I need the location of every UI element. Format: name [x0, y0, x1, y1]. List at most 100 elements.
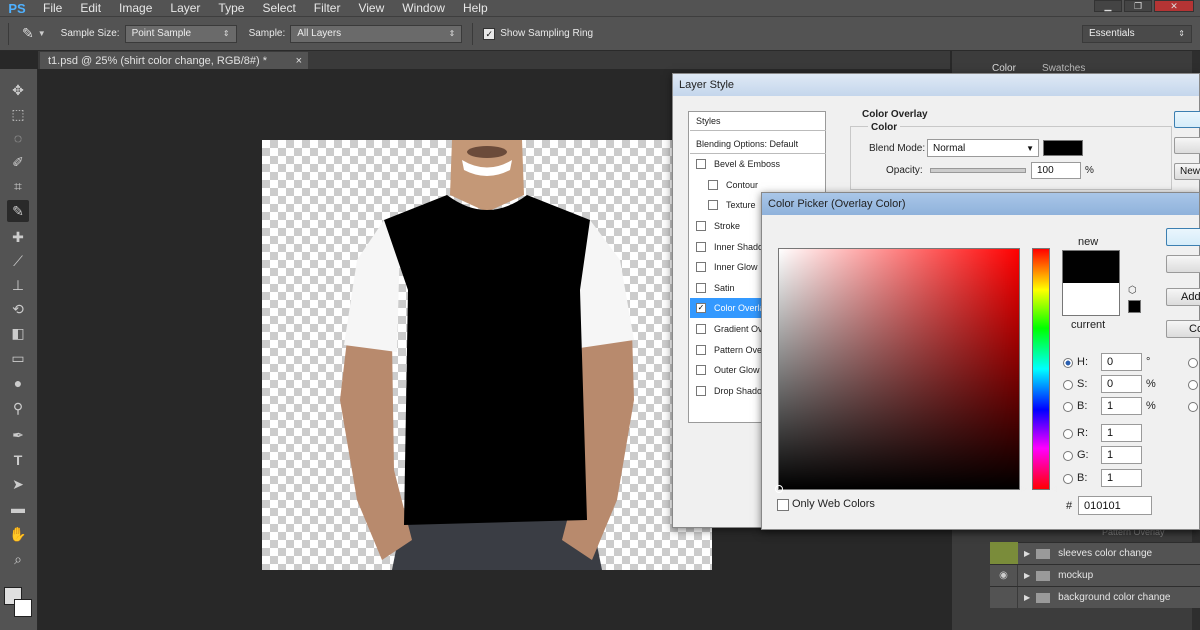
style-checkbox[interactable] — [696, 345, 706, 355]
channel-input[interactable]: 1 — [1101, 424, 1142, 442]
workspace-select[interactable]: Essentials — [1082, 24, 1192, 43]
document-canvas[interactable] — [262, 140, 712, 570]
style-checkbox[interactable] — [696, 324, 706, 334]
sample-select[interactable]: All Layers — [290, 24, 463, 43]
visibility-toggle-empty[interactable] — [990, 587, 1018, 608]
zoom-tool-icon[interactable]: ⌕ — [7, 548, 29, 570]
channel-input[interactable]: 1 — [1101, 469, 1142, 487]
layer-row[interactable]: ◉▶sleeves color change — [990, 542, 1200, 564]
marquee-tool-icon[interactable]: ⬚ — [7, 103, 29, 125]
channel-radio[interactable] — [1063, 358, 1073, 368]
gradient-tool-icon[interactable]: ▭ — [7, 347, 29, 369]
chevron-down-icon[interactable]: ▼ — [38, 29, 46, 38]
pen-tool-icon[interactable]: ✒ — [7, 424, 29, 446]
layer-row[interactable]: ▶ background color change — [990, 586, 1200, 608]
menu-view[interactable]: View — [349, 0, 393, 16]
disclosure-triangle-icon[interactable]: ▶ — [1024, 571, 1030, 580]
gamut-cube-icon[interactable]: ⬡ — [1128, 285, 1137, 296]
channel-radio[interactable] — [1063, 380, 1073, 390]
menu-select[interactable]: Select — [253, 0, 304, 16]
lab-radio[interactable] — [1188, 358, 1198, 368]
style-checkbox[interactable] — [708, 200, 718, 210]
opacity-slider[interactable] — [930, 168, 1026, 173]
hue-slider-arrow-right[interactable]: ◁ — [1051, 484, 1057, 493]
clone-stamp-tool-icon[interactable]: ⊥ — [7, 274, 29, 296]
new-style-button[interactable]: New — [1174, 163, 1200, 180]
crop-tool-icon[interactable]: ⌗ — [7, 175, 29, 197]
history-brush-tool-icon[interactable]: ⟲ — [7, 298, 29, 320]
channel-radio[interactable] — [1063, 429, 1073, 439]
current-color-swatch[interactable] — [1062, 283, 1120, 316]
color-field-marker[interactable] — [775, 485, 783, 493]
style-checkbox[interactable] — [696, 365, 706, 375]
disclosure-triangle-icon[interactable]: ▶ — [1024, 549, 1030, 558]
menu-file[interactable]: File — [34, 0, 71, 16]
channel-input[interactable]: 1 — [1101, 397, 1142, 415]
close-icon[interactable]: ✕ — [1154, 0, 1194, 12]
hue-slider-arrow-left[interactable]: ▷ — [1021, 484, 1027, 493]
styles-header[interactable]: Styles — [690, 111, 826, 131]
menu-filter[interactable]: Filter — [305, 0, 350, 16]
hex-input[interactable]: 010101 — [1078, 496, 1152, 515]
lab-radio[interactable] — [1188, 402, 1198, 412]
channel-input[interactable]: 1 — [1101, 446, 1142, 464]
dodge-tool-icon[interactable]: ⚲ — [7, 397, 29, 419]
opacity-input[interactable]: 100 — [1031, 162, 1081, 179]
menu-image[interactable]: Image — [110, 0, 161, 16]
blur-tool-icon[interactable]: ● — [7, 372, 29, 394]
channel-radio[interactable] — [1063, 402, 1073, 412]
eyedropper-preset-icon[interactable]: ✎ — [22, 25, 34, 42]
color-field[interactable] — [778, 248, 1020, 490]
visibility-eye-icon[interactable]: ◉ — [990, 565, 1018, 586]
move-tool-icon[interactable]: ✥ — [7, 79, 29, 101]
hand-tool-icon[interactable]: ✋ — [7, 523, 29, 545]
menu-window[interactable]: Window — [393, 0, 454, 16]
eyedropper-tool-icon[interactable]: ✎ — [7, 200, 29, 222]
style-checkbox[interactable] — [708, 180, 718, 190]
menu-type[interactable]: Type — [209, 0, 253, 16]
eraser-tool-icon[interactable]: ◧ — [7, 322, 29, 344]
blending-options[interactable]: Blending Options: Default — [690, 134, 826, 154]
style-checkbox[interactable] — [696, 221, 706, 231]
quick-selection-tool-icon[interactable]: ✐ — [7, 151, 29, 173]
layer-row[interactable]: ◉ ▶ mockup — [990, 564, 1200, 586]
channel-input[interactable]: 0 — [1101, 353, 1142, 371]
healing-brush-tool-icon[interactable]: ✚ — [7, 226, 29, 248]
style-checkbox[interactable] — [696, 283, 706, 293]
lab-radio[interactable] — [1188, 380, 1198, 390]
menu-edit[interactable]: Edit — [71, 0, 110, 16]
document-tab[interactable]: t1.psd @ 25% (shirt color change, RGB/8#… — [40, 52, 308, 69]
add-to-swatches-button[interactable]: Add — [1166, 288, 1200, 306]
shape-tool-icon[interactable]: ▬ — [7, 497, 29, 519]
show-sampling-ring-checkbox[interactable]: ✓ — [483, 27, 496, 40]
sample-size-select[interactable]: Point Sample — [124, 24, 237, 43]
lasso-tool-icon[interactable]: ◌ — [7, 127, 29, 149]
restore-icon[interactable]: ❐ — [1124, 0, 1152, 12]
style-checkbox[interactable] — [696, 242, 706, 252]
channel-radio[interactable] — [1063, 474, 1073, 484]
type-tool-icon[interactable]: T — [7, 449, 29, 471]
background-color-swatch[interactable] — [14, 599, 32, 617]
disclosure-triangle-icon[interactable]: ▶ — [1024, 593, 1030, 602]
channel-radio[interactable] — [1063, 451, 1073, 461]
ok-button[interactable] — [1174, 111, 1200, 128]
minimize-icon[interactable]: ▁ — [1094, 0, 1122, 12]
menu-layer[interactable]: Layer — [161, 0, 209, 16]
style-checkbox[interactable] — [696, 386, 706, 396]
hue-slider[interactable] — [1032, 248, 1050, 490]
web-safe-swatch-icon[interactable] — [1128, 300, 1141, 313]
path-selection-tool-icon[interactable]: ➤ — [7, 473, 29, 495]
style-checkbox[interactable]: ✓ — [696, 303, 706, 313]
cp-ok-button[interactable] — [1166, 228, 1200, 246]
color-libraries-button[interactable]: Co — [1166, 320, 1200, 338]
cancel-button[interactable] — [1174, 137, 1200, 154]
cp-cancel-button[interactable] — [1166, 255, 1200, 273]
tab-close-icon[interactable]: × — [296, 55, 302, 67]
style-item-bevel-emboss[interactable]: Bevel & Emboss — [690, 154, 826, 174]
overlay-color-swatch[interactable] — [1043, 140, 1083, 156]
channel-input[interactable]: 0 — [1101, 375, 1142, 393]
style-checkbox[interactable] — [696, 159, 706, 169]
only-web-colors-checkbox[interactable] — [777, 499, 789, 511]
menu-help[interactable]: Help — [454, 0, 497, 16]
brush-tool-icon[interactable]: ⟋ — [7, 250, 29, 272]
